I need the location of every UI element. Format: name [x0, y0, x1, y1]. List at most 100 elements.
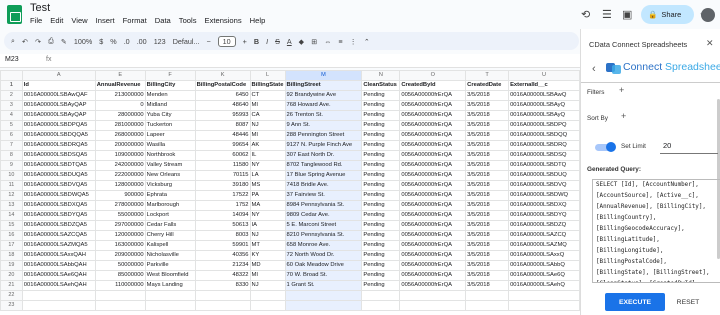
- data-cell[interactable]: Pending: [361, 150, 401, 161]
- menu-file[interactable]: File: [30, 16, 42, 25]
- execute-button[interactable]: EXECUTE: [605, 293, 665, 311]
- data-cell[interactable]: 59901: [194, 240, 251, 251]
- data-cell[interactable]: MA: [249, 200, 286, 211]
- data-cell[interactable]: IA: [249, 220, 286, 231]
- column-header-m[interactable]: M: [284, 70, 363, 81]
- empty-cell[interactable]: [21, 300, 96, 311]
- data-cell[interactable]: 3/5/2018: [465, 250, 510, 261]
- data-cell[interactable]: 0056A00000frErQA: [399, 270, 467, 281]
- row-number[interactable]: 12: [0, 190, 23, 201]
- row-number[interactable]: 16: [0, 230, 23, 241]
- data-cell[interactable]: 37 Fairview St.: [284, 190, 363, 201]
- data-cell[interactable]: 0016A00000LSBDVQA5: [21, 180, 96, 191]
- data-cell[interactable]: 72 North Wood Dr.: [284, 250, 363, 261]
- data-cell[interactable]: 0016A00000LSBDVQ: [508, 180, 580, 191]
- data-cell[interactable]: 0016A00000LSAehQ: [508, 280, 580, 291]
- data-cell[interactable]: 3/5/2018: [465, 190, 510, 201]
- data-cell[interactable]: 0016A00000LSBDUQA5: [21, 170, 96, 181]
- data-cell[interactable]: NY: [249, 210, 286, 221]
- data-cell[interactable]: 222000000: [94, 170, 146, 181]
- column-title-cell[interactable]: CreatedById: [399, 80, 467, 91]
- data-cell[interactable]: CT: [249, 90, 286, 101]
- data-cell[interactable]: IL: [249, 150, 286, 161]
- data-cell[interactable]: 0056A00000frErQA: [399, 140, 467, 151]
- empty-cell[interactable]: [361, 300, 401, 311]
- row-number[interactable]: 3: [0, 100, 23, 111]
- empty-cell[interactable]: [361, 290, 401, 301]
- data-cell[interactable]: 17 Blue Spring Avenue: [284, 170, 363, 181]
- data-cell[interactable]: Pending: [361, 130, 401, 141]
- data-cell[interactable]: KY: [249, 250, 286, 261]
- close-icon[interactable]: ✕: [706, 38, 714, 49]
- data-cell[interactable]: 0016A00000LSAxxQAH: [21, 250, 96, 261]
- data-cell[interactable]: Wasilla: [144, 140, 196, 151]
- select-all-corner[interactable]: [0, 70, 23, 81]
- data-cell[interactable]: 26 Trenton St.: [284, 110, 363, 121]
- data-cell[interactable]: Pending: [361, 250, 401, 261]
- search-menus-icon[interactable]: ⌕: [11, 36, 15, 46]
- data-cell[interactable]: 0056A00000frErQA: [399, 240, 467, 251]
- row-number[interactable]: 22: [0, 290, 23, 301]
- data-cell[interactable]: 109000000: [94, 150, 146, 161]
- data-cell[interactable]: 3/5/2018: [465, 90, 510, 101]
- data-cell[interactable]: 0016A00000LSBDSQA5: [21, 150, 96, 161]
- column-header-l[interactable]: L: [249, 70, 286, 81]
- row-number[interactable]: 21: [0, 280, 23, 291]
- data-cell[interactable]: Pending: [361, 110, 401, 121]
- data-cell[interactable]: LA: [249, 170, 286, 181]
- data-cell[interactable]: Northbrook: [144, 150, 196, 161]
- data-cell[interactable]: Pending: [361, 280, 401, 291]
- data-cell[interactable]: 60 Oak Meadow Drive: [284, 260, 363, 271]
- column-header-n[interactable]: N: [361, 70, 401, 81]
- menu-tools[interactable]: Tools: [179, 16, 197, 25]
- data-cell[interactable]: Pending: [361, 140, 401, 151]
- data-cell[interactable]: 9127 N. Purple Finch Ave: [284, 140, 363, 151]
- data-cell[interactable]: Ephrata: [144, 190, 196, 201]
- data-cell[interactable]: 3/5/2018: [465, 130, 510, 141]
- font-size-increase-icon[interactable]: +: [243, 37, 247, 46]
- data-cell[interactable]: 0016A00000LSBDWQA5: [21, 190, 96, 201]
- data-cell[interactable]: 50000000: [94, 260, 146, 271]
- data-cell[interactable]: 0016A00000LSBDTQA5: [21, 160, 96, 171]
- empty-cell[interactable]: [465, 290, 510, 301]
- data-cell[interactable]: NJ: [249, 120, 286, 131]
- menu-edit[interactable]: Edit: [50, 16, 63, 25]
- data-cell[interactable]: 0016A00000LSAehQAH: [21, 280, 96, 291]
- data-cell[interactable]: New Orleans: [144, 170, 196, 181]
- data-cell[interactable]: 0016A00000LSAZMQ: [508, 240, 580, 251]
- data-cell[interactable]: 768 Howard Ave.: [284, 100, 363, 111]
- row-number[interactable]: 13: [0, 200, 23, 211]
- generated-query-textarea[interactable]: SELECT [Id], [AccountNumber], [AccountSo…: [592, 179, 720, 283]
- data-cell[interactable]: 11580: [194, 160, 251, 171]
- data-cell[interactable]: 1 Grant St.: [284, 280, 363, 291]
- data-cell[interactable]: 0016A00000LSBDSQ: [508, 150, 580, 161]
- collapse-toolbar-icon[interactable]: ⌃: [364, 37, 370, 46]
- data-cell[interactable]: 0016A00000LSAe6Q: [508, 270, 580, 281]
- data-cell[interactable]: 8984 Pennsylvania St.: [284, 200, 363, 211]
- data-cell[interactable]: 3/5/2018: [465, 270, 510, 281]
- data-cell[interactable]: 48322: [194, 270, 251, 281]
- data-cell[interactable]: Pending: [361, 270, 401, 281]
- empty-cell[interactable]: [399, 300, 467, 311]
- data-cell[interactable]: Pending: [361, 260, 401, 271]
- data-cell[interactable]: NJ: [249, 280, 286, 291]
- column-header-f[interactable]: F: [144, 70, 196, 81]
- data-cell[interactable]: 0016A00000LSBDQQA5: [21, 130, 96, 141]
- data-cell[interactable]: Pending: [361, 210, 401, 221]
- column-title-cell[interactable]: Id: [21, 80, 96, 91]
- data-cell[interactable]: AK: [249, 140, 286, 151]
- data-cell[interactable]: 0016A00000LSBAyQAP: [21, 110, 96, 121]
- data-cell[interactable]: 3/5/2018: [465, 220, 510, 231]
- data-cell[interactable]: 0016A00000LSBDXQ: [508, 200, 580, 211]
- data-cell[interactable]: MI: [249, 100, 286, 111]
- spreadsheet-grid[interactable]: AEFKLMNOTU 1 Id AnnualRevenue BillingCity Bi…: [0, 70, 580, 315]
- data-cell[interactable]: 3/5/2018: [465, 280, 510, 291]
- data-cell[interactable]: 200000000: [94, 140, 146, 151]
- row-number[interactable]: 6: [0, 130, 23, 141]
- data-cell[interactable]: Mays Landing: [144, 280, 196, 291]
- column-header-o[interactable]: O: [399, 70, 467, 81]
- data-cell[interactable]: 7418 Bridle Ave.: [284, 180, 363, 191]
- data-cell[interactable]: 50613: [194, 220, 251, 231]
- document-title[interactable]: Test: [30, 2, 50, 14]
- row-number[interactable]: 20: [0, 270, 23, 281]
